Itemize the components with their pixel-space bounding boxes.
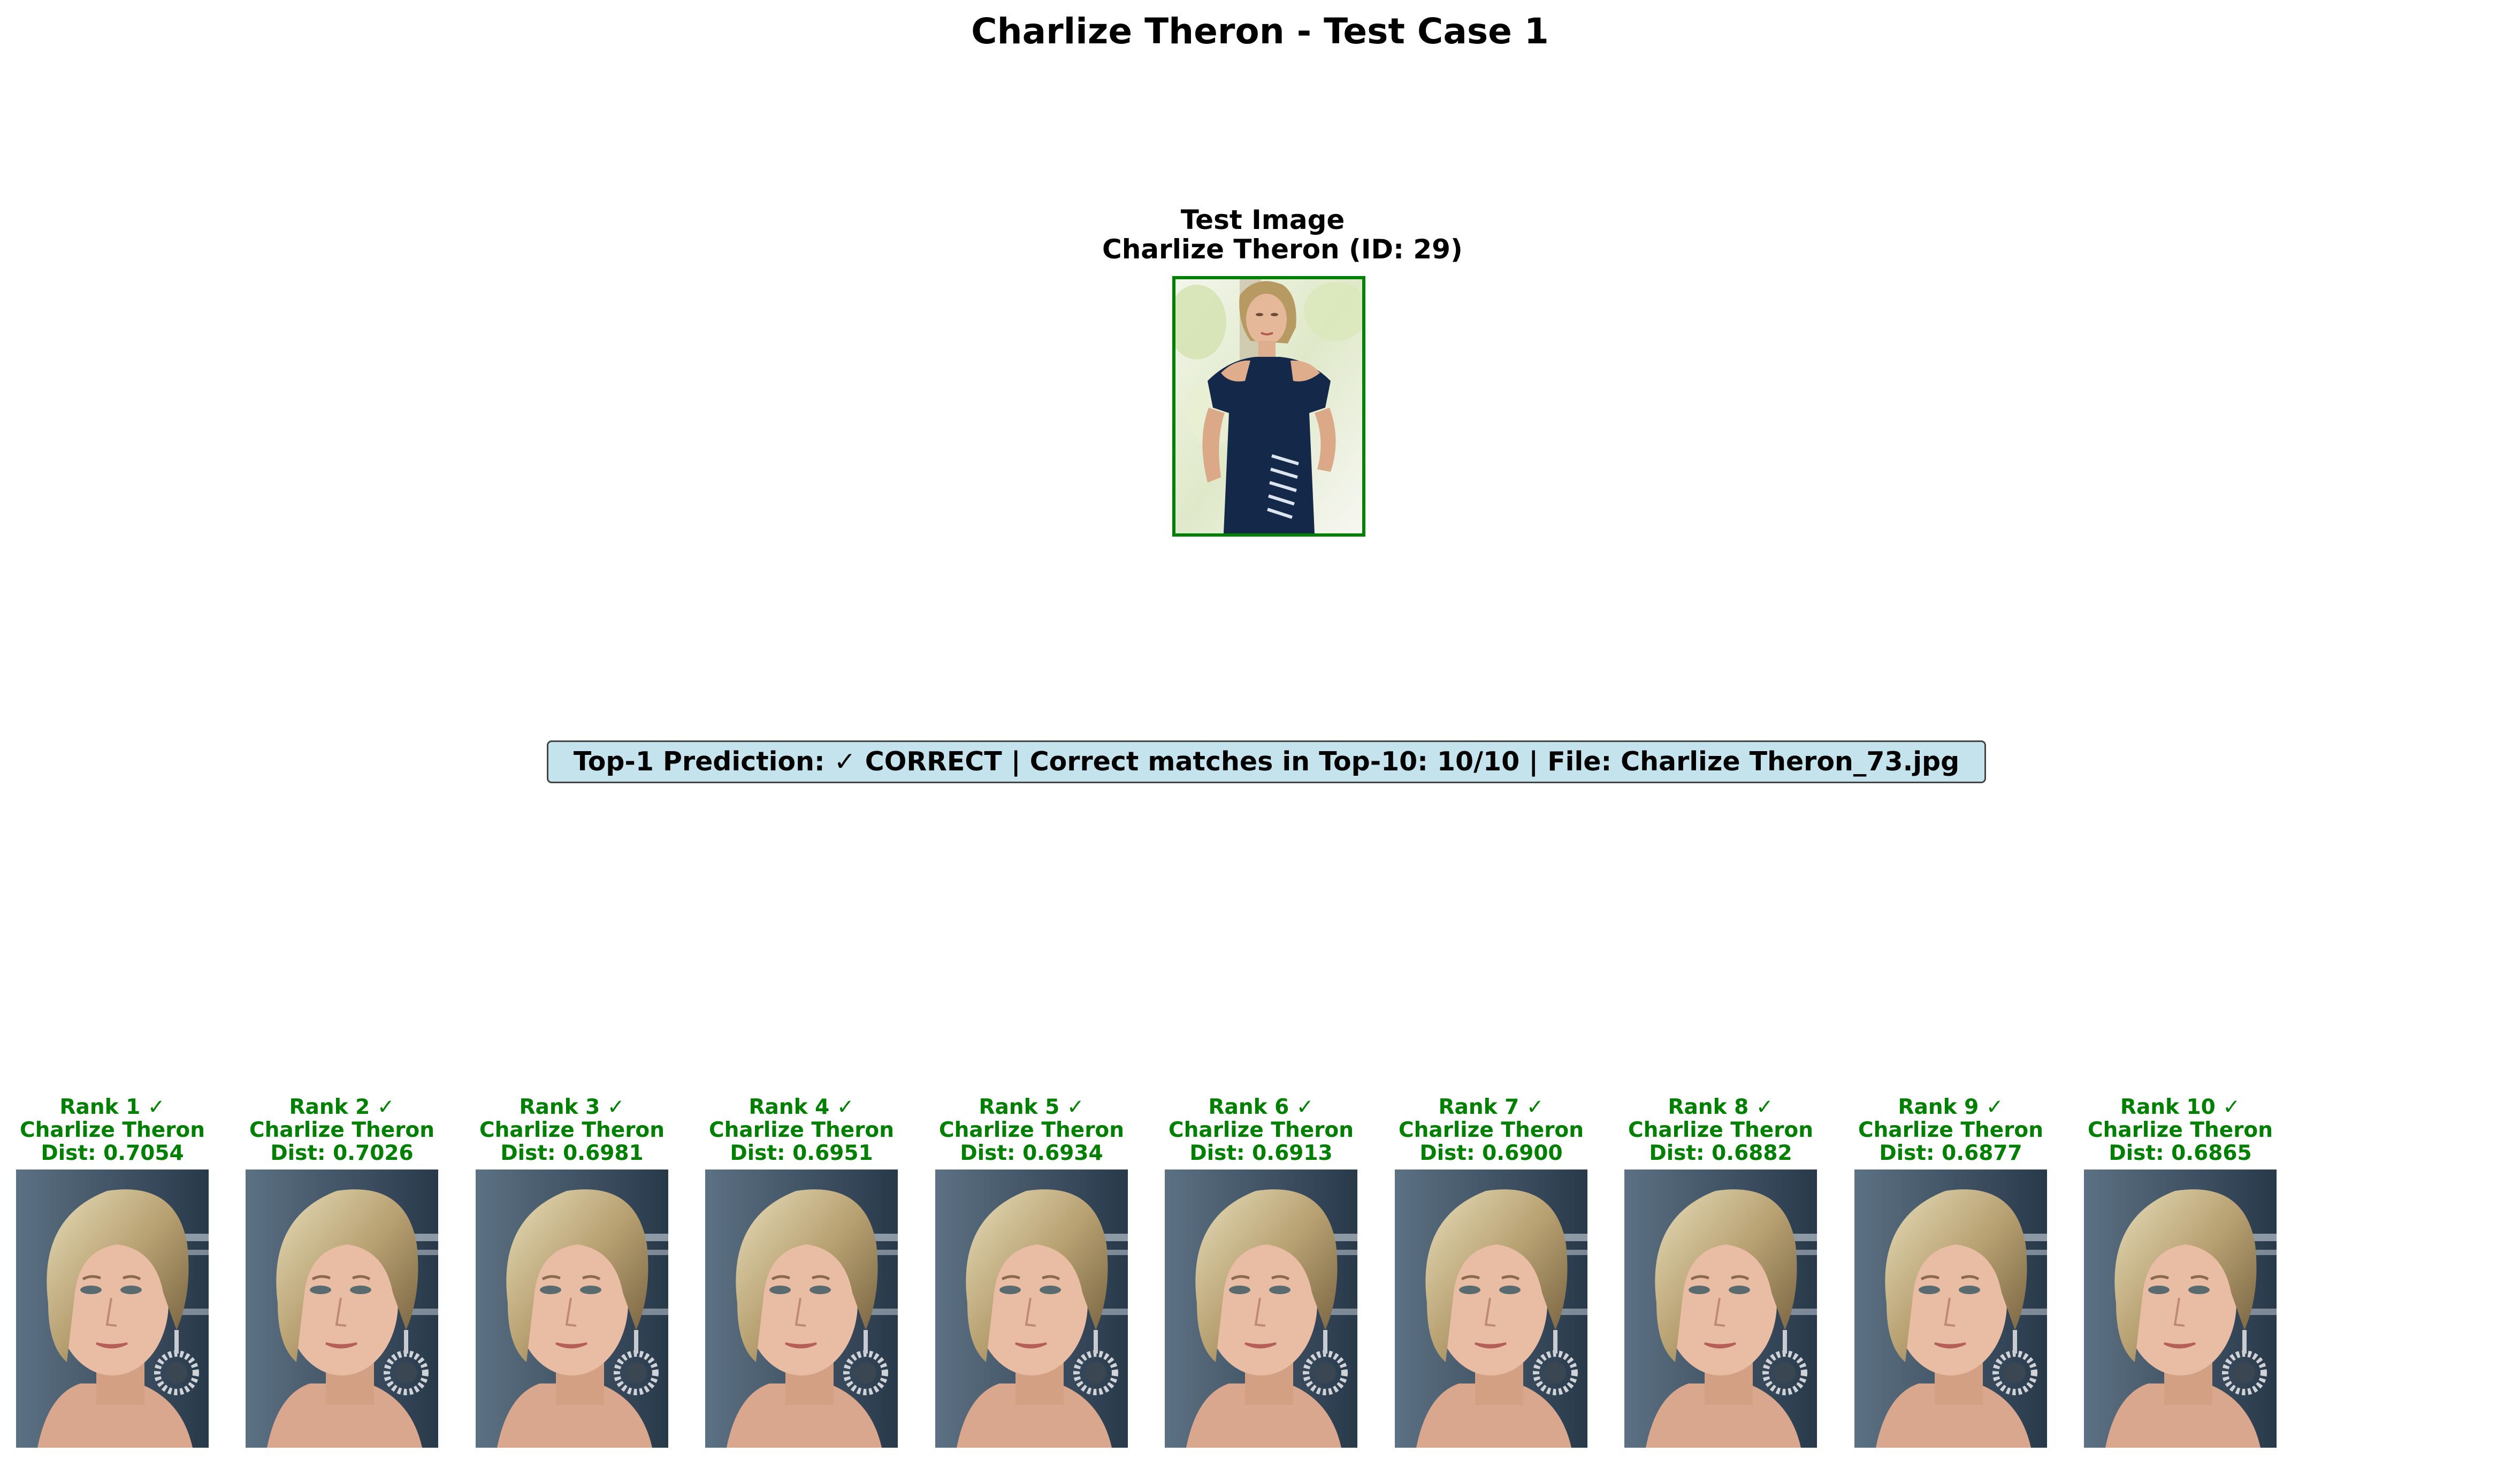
match-rank-9: Rank 9 ✓ Charlize Theron Dist: 0.6877 bbox=[1854, 1096, 2047, 1448]
match-rank-label: Rank 8 ✓ bbox=[1668, 1095, 1774, 1119]
match-identity: Charlize Theron bbox=[249, 1118, 434, 1142]
match-distance: Dist: 0.6951 bbox=[730, 1141, 873, 1165]
match-identity: Charlize Theron bbox=[19, 1118, 205, 1142]
match-face-photo bbox=[705, 1169, 898, 1448]
match-face-photo bbox=[1624, 1169, 1817, 1448]
match-identity: Charlize Theron bbox=[708, 1118, 894, 1142]
match-image bbox=[1854, 1169, 2047, 1448]
match-caption: Rank 5 ✓ Charlize Theron Dist: 0.6934 bbox=[935, 1096, 1128, 1169]
match-rank-2: Rank 2 ✓ Charlize Theron Dist: 0.7026 bbox=[246, 1096, 438, 1448]
match-rank-label: Rank 6 ✓ bbox=[1208, 1095, 1314, 1119]
match-face-photo bbox=[935, 1169, 1128, 1448]
match-face-photo bbox=[1395, 1169, 1587, 1448]
match-rank-label: Rank 7 ✓ bbox=[1438, 1095, 1544, 1119]
match-distance: Dist: 0.6934 bbox=[960, 1141, 1103, 1165]
match-distance: Dist: 0.7026 bbox=[270, 1141, 414, 1165]
match-caption: Rank 2 ✓ Charlize Theron Dist: 0.7026 bbox=[246, 1096, 438, 1169]
match-distance: Dist: 0.6913 bbox=[1189, 1141, 1333, 1165]
match-image bbox=[1624, 1169, 1817, 1448]
match-distance: Dist: 0.7054 bbox=[41, 1141, 184, 1165]
match-rank-6: Rank 6 ✓ Charlize Theron Dist: 0.6913 bbox=[1165, 1096, 1357, 1448]
test-photo bbox=[1175, 279, 1362, 533]
match-distance: Dist: 0.6865 bbox=[2109, 1141, 2252, 1165]
match-image bbox=[246, 1169, 438, 1448]
test-image-title: Test Image Charlize Theron (ID: 29) bbox=[1102, 204, 1463, 265]
match-identity: Charlize Theron bbox=[2087, 1118, 2273, 1142]
test-image bbox=[1172, 276, 1365, 537]
match-distance: Dist: 0.6981 bbox=[500, 1141, 644, 1165]
summary-banner: Top-1 Prediction: ✓ CORRECT | Correct ma… bbox=[547, 740, 1986, 783]
match-image bbox=[2084, 1169, 2277, 1448]
match-image bbox=[1165, 1169, 1357, 1448]
match-rank-label: Rank 2 ✓ bbox=[289, 1095, 395, 1119]
match-face-photo bbox=[1165, 1169, 1357, 1448]
match-rank-5: Rank 5 ✓ Charlize Theron Dist: 0.6934 bbox=[935, 1096, 1128, 1448]
match-caption: Rank 4 ✓ Charlize Theron Dist: 0.6951 bbox=[705, 1096, 898, 1169]
match-identity: Charlize Theron bbox=[1858, 1118, 2043, 1142]
match-rank-label: Rank 3 ✓ bbox=[519, 1095, 625, 1119]
figure-title: Charlize Theron - Test Case 1 bbox=[971, 11, 1549, 52]
test-image-identity: Charlize Theron (ID: 29) bbox=[1102, 234, 1463, 265]
match-face-photo bbox=[16, 1169, 209, 1448]
match-image bbox=[705, 1169, 898, 1448]
match-distance: Dist: 0.6877 bbox=[1879, 1141, 2022, 1165]
match-identity: Charlize Theron bbox=[1168, 1118, 1354, 1142]
match-rank-4: Rank 4 ✓ Charlize Theron Dist: 0.6951 bbox=[705, 1096, 898, 1448]
match-identity: Charlize Theron bbox=[938, 1118, 1124, 1142]
match-image bbox=[16, 1169, 209, 1448]
match-rank-label: Rank 1 ✓ bbox=[59, 1095, 165, 1119]
match-distance: Dist: 0.6882 bbox=[1649, 1141, 1792, 1165]
match-caption: Rank 9 ✓ Charlize Theron Dist: 0.6877 bbox=[1854, 1096, 2047, 1169]
match-rank-7: Rank 7 ✓ Charlize Theron Dist: 0.6900 bbox=[1395, 1096, 1587, 1448]
match-face-photo bbox=[1854, 1169, 2047, 1448]
match-image bbox=[1395, 1169, 1587, 1448]
match-distance: Dist: 0.6900 bbox=[1419, 1141, 1563, 1165]
match-caption: Rank 1 ✓ Charlize Theron Dist: 0.7054 bbox=[16, 1096, 209, 1169]
match-caption: Rank 7 ✓ Charlize Theron Dist: 0.6900 bbox=[1395, 1096, 1587, 1169]
test-image-label: Test Image bbox=[1180, 204, 1345, 235]
match-identity: Charlize Theron bbox=[479, 1118, 665, 1142]
match-caption: Rank 8 ✓ Charlize Theron Dist: 0.6882 bbox=[1624, 1096, 1817, 1169]
match-caption: Rank 3 ✓ Charlize Theron Dist: 0.6981 bbox=[476, 1096, 668, 1169]
match-rank-label: Rank 10 ✓ bbox=[2120, 1095, 2241, 1119]
match-caption: Rank 10 ✓ Charlize Theron Dist: 0.6865 bbox=[2084, 1096, 2277, 1169]
match-rank-1: Rank 1 ✓ Charlize Theron Dist: 0.7054 bbox=[16, 1096, 209, 1448]
match-rank-label: Rank 5 ✓ bbox=[979, 1095, 1085, 1119]
match-rank-label: Rank 4 ✓ bbox=[749, 1095, 854, 1119]
match-rank-3: Rank 3 ✓ Charlize Theron Dist: 0.6981 bbox=[476, 1096, 668, 1448]
match-identity: Charlize Theron bbox=[1628, 1118, 1813, 1142]
match-image bbox=[935, 1169, 1128, 1448]
match-rank-10: Rank 10 ✓ Charlize Theron Dist: 0.6865 bbox=[2084, 1096, 2277, 1448]
match-face-photo bbox=[476, 1169, 668, 1448]
match-caption: Rank 6 ✓ Charlize Theron Dist: 0.6913 bbox=[1165, 1096, 1357, 1169]
match-rank-label: Rank 9 ✓ bbox=[1898, 1095, 2004, 1119]
match-face-photo bbox=[246, 1169, 438, 1448]
match-rank-8: Rank 8 ✓ Charlize Theron Dist: 0.6882 bbox=[1624, 1096, 1817, 1448]
match-image bbox=[476, 1169, 668, 1448]
match-face-photo bbox=[2084, 1169, 2277, 1448]
match-identity: Charlize Theron bbox=[1398, 1118, 1584, 1142]
